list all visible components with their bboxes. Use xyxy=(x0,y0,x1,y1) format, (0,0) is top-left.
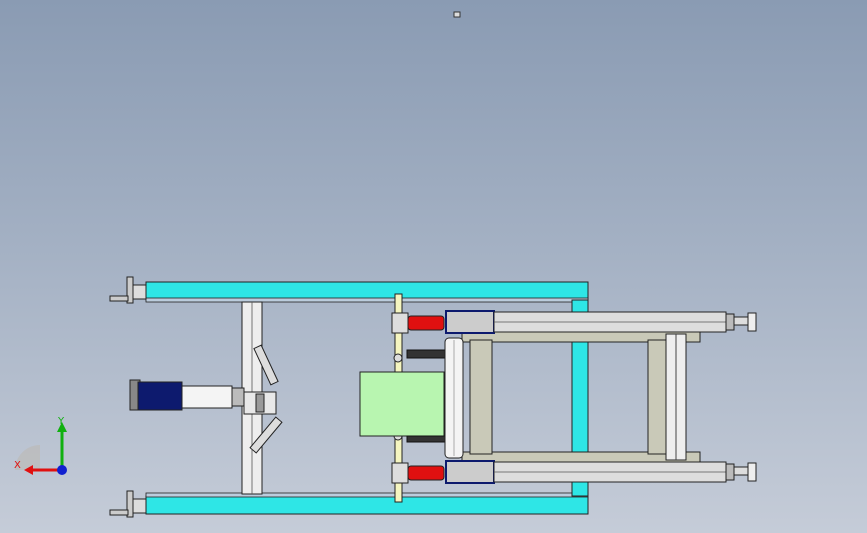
top-rail-inner xyxy=(145,297,589,303)
top-rail[interactable] xyxy=(145,281,589,301)
green-plate[interactable] xyxy=(359,371,445,437)
actuator-bottom[interactable] xyxy=(391,460,757,484)
bottom-rail-inner xyxy=(145,492,589,498)
inner-frame-right xyxy=(647,339,667,455)
post-knob-top xyxy=(393,353,403,363)
origin-marker xyxy=(453,11,461,18)
actuator-top[interactable] xyxy=(391,310,757,334)
bottom-rail[interactable] xyxy=(145,495,589,515)
assembly-model[interactable] xyxy=(0,0,867,533)
dark-rod-lower xyxy=(406,435,448,443)
cad-viewport[interactable]: Y X xyxy=(0,0,867,533)
foot-bottom-left[interactable] xyxy=(109,490,147,518)
view-triad[interactable]: Y X xyxy=(0,400,90,500)
dark-rod xyxy=(406,349,448,359)
z-axis-icon xyxy=(57,465,67,475)
inner-frame-left xyxy=(469,339,493,455)
y-axis-label: Y xyxy=(57,416,65,427)
foot-top-left[interactable] xyxy=(109,276,147,304)
x-axis-label: X xyxy=(14,460,21,471)
